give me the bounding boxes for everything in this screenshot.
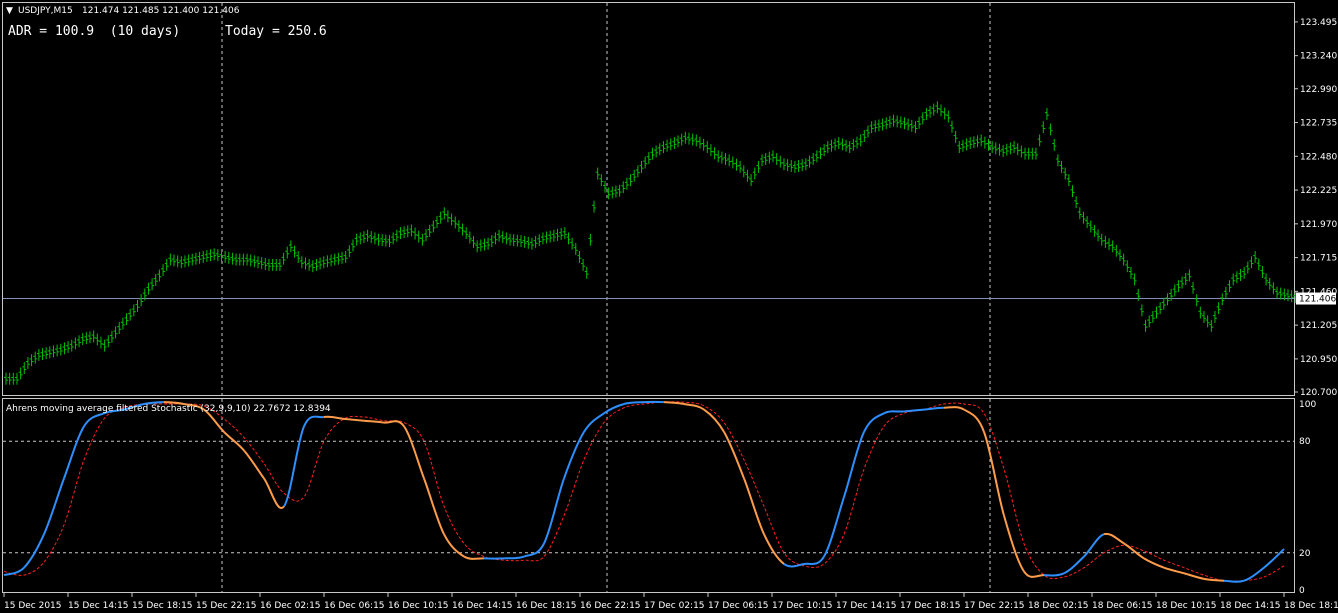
- time-tick-label: 16 Dec 10:15: [388, 601, 449, 611]
- time-tick-label: 18 Dec 18:15: [1284, 601, 1338, 611]
- adr-text: ADR = 100.9 (10 days): [8, 24, 180, 39]
- ohlc-values: 121.474 121.485 121.400 121.406: [82, 6, 240, 16]
- stochastic-segment: [1223, 579, 1245, 583]
- price-tick-label: 123.495: [1300, 18, 1337, 28]
- indicator-axis-label: 100: [1299, 400, 1316, 410]
- indicator-label: Ahrens moving average filtered Stochasti…: [6, 404, 331, 414]
- time-tick-label: 18 Dec 10:15: [1156, 601, 1217, 611]
- time-tick-label: 16 Dec 14:15: [452, 601, 513, 611]
- time-tick-label: 18 Dec 14:15: [1220, 601, 1281, 611]
- symbol-title: USDJPY,M15: [18, 6, 73, 16]
- price-tick-label: 123.240: [1300, 52, 1337, 62]
- time-tick-label: 17 Dec 10:15: [772, 601, 833, 611]
- price-tick-label: 122.990: [1300, 85, 1337, 95]
- price-tick-label: 122.225: [1300, 186, 1337, 196]
- time-tick-label: 17 Dec 02:15: [644, 601, 705, 611]
- time-tick-label: 16 Dec 06:15: [324, 601, 385, 611]
- time-tick-label: 15 Dec 14:15: [68, 601, 129, 611]
- time-tick-label: 17 Dec 06:15: [708, 601, 769, 611]
- price-tick-label: 120.950: [1300, 355, 1337, 365]
- indicator-axis-label: 0: [1299, 586, 1305, 596]
- time-tick-label: 16 Dec 02:15: [260, 601, 321, 611]
- adr-today-text: Today = 250.6: [225, 24, 327, 39]
- time-tick-label: 15 Dec 2015: [4, 601, 62, 611]
- indicator-axis-label: 20: [1299, 549, 1311, 559]
- time-tick-label: 16 Dec 22:15: [580, 601, 641, 611]
- price-tick-label: 122.480: [1300, 152, 1337, 162]
- symbol-arrow-icon[interactable]: ▼: [6, 6, 13, 16]
- price-tick-label: 121.715: [1300, 254, 1337, 264]
- indicator-axis-label: 80: [1299, 437, 1311, 447]
- price-tick-label: 122.735: [1300, 119, 1337, 129]
- time-tick-label: 16 Dec 18:15: [516, 601, 577, 611]
- current-price-label-text: 121.406: [1299, 295, 1336, 305]
- time-tick-label: 15 Dec 22:15: [196, 601, 257, 611]
- time-tick-label: 17 Dec 22:15: [964, 601, 1025, 611]
- time-tick-label: 18 Dec 02:15: [1028, 601, 1089, 611]
- time-tick-label: 18 Dec 06:15: [1092, 601, 1153, 611]
- time-tick-label: 17 Dec 18:15: [900, 601, 961, 611]
- trading-chart[interactable]: ▼ USDJPY,M15 121.474 121.485 121.400 121…: [0, 0, 1338, 613]
- time-tick-label: 17 Dec 14:15: [836, 601, 897, 611]
- price-tick-label: 120.700: [1300, 388, 1337, 398]
- chart-background: [0, 0, 1338, 613]
- time-tick-label: 15 Dec 18:15: [132, 601, 193, 611]
- price-tick-label: 121.970: [1300, 220, 1337, 230]
- current-price-label: 121.406: [1296, 292, 1336, 305]
- price-tick-label: 121.205: [1300, 321, 1337, 331]
